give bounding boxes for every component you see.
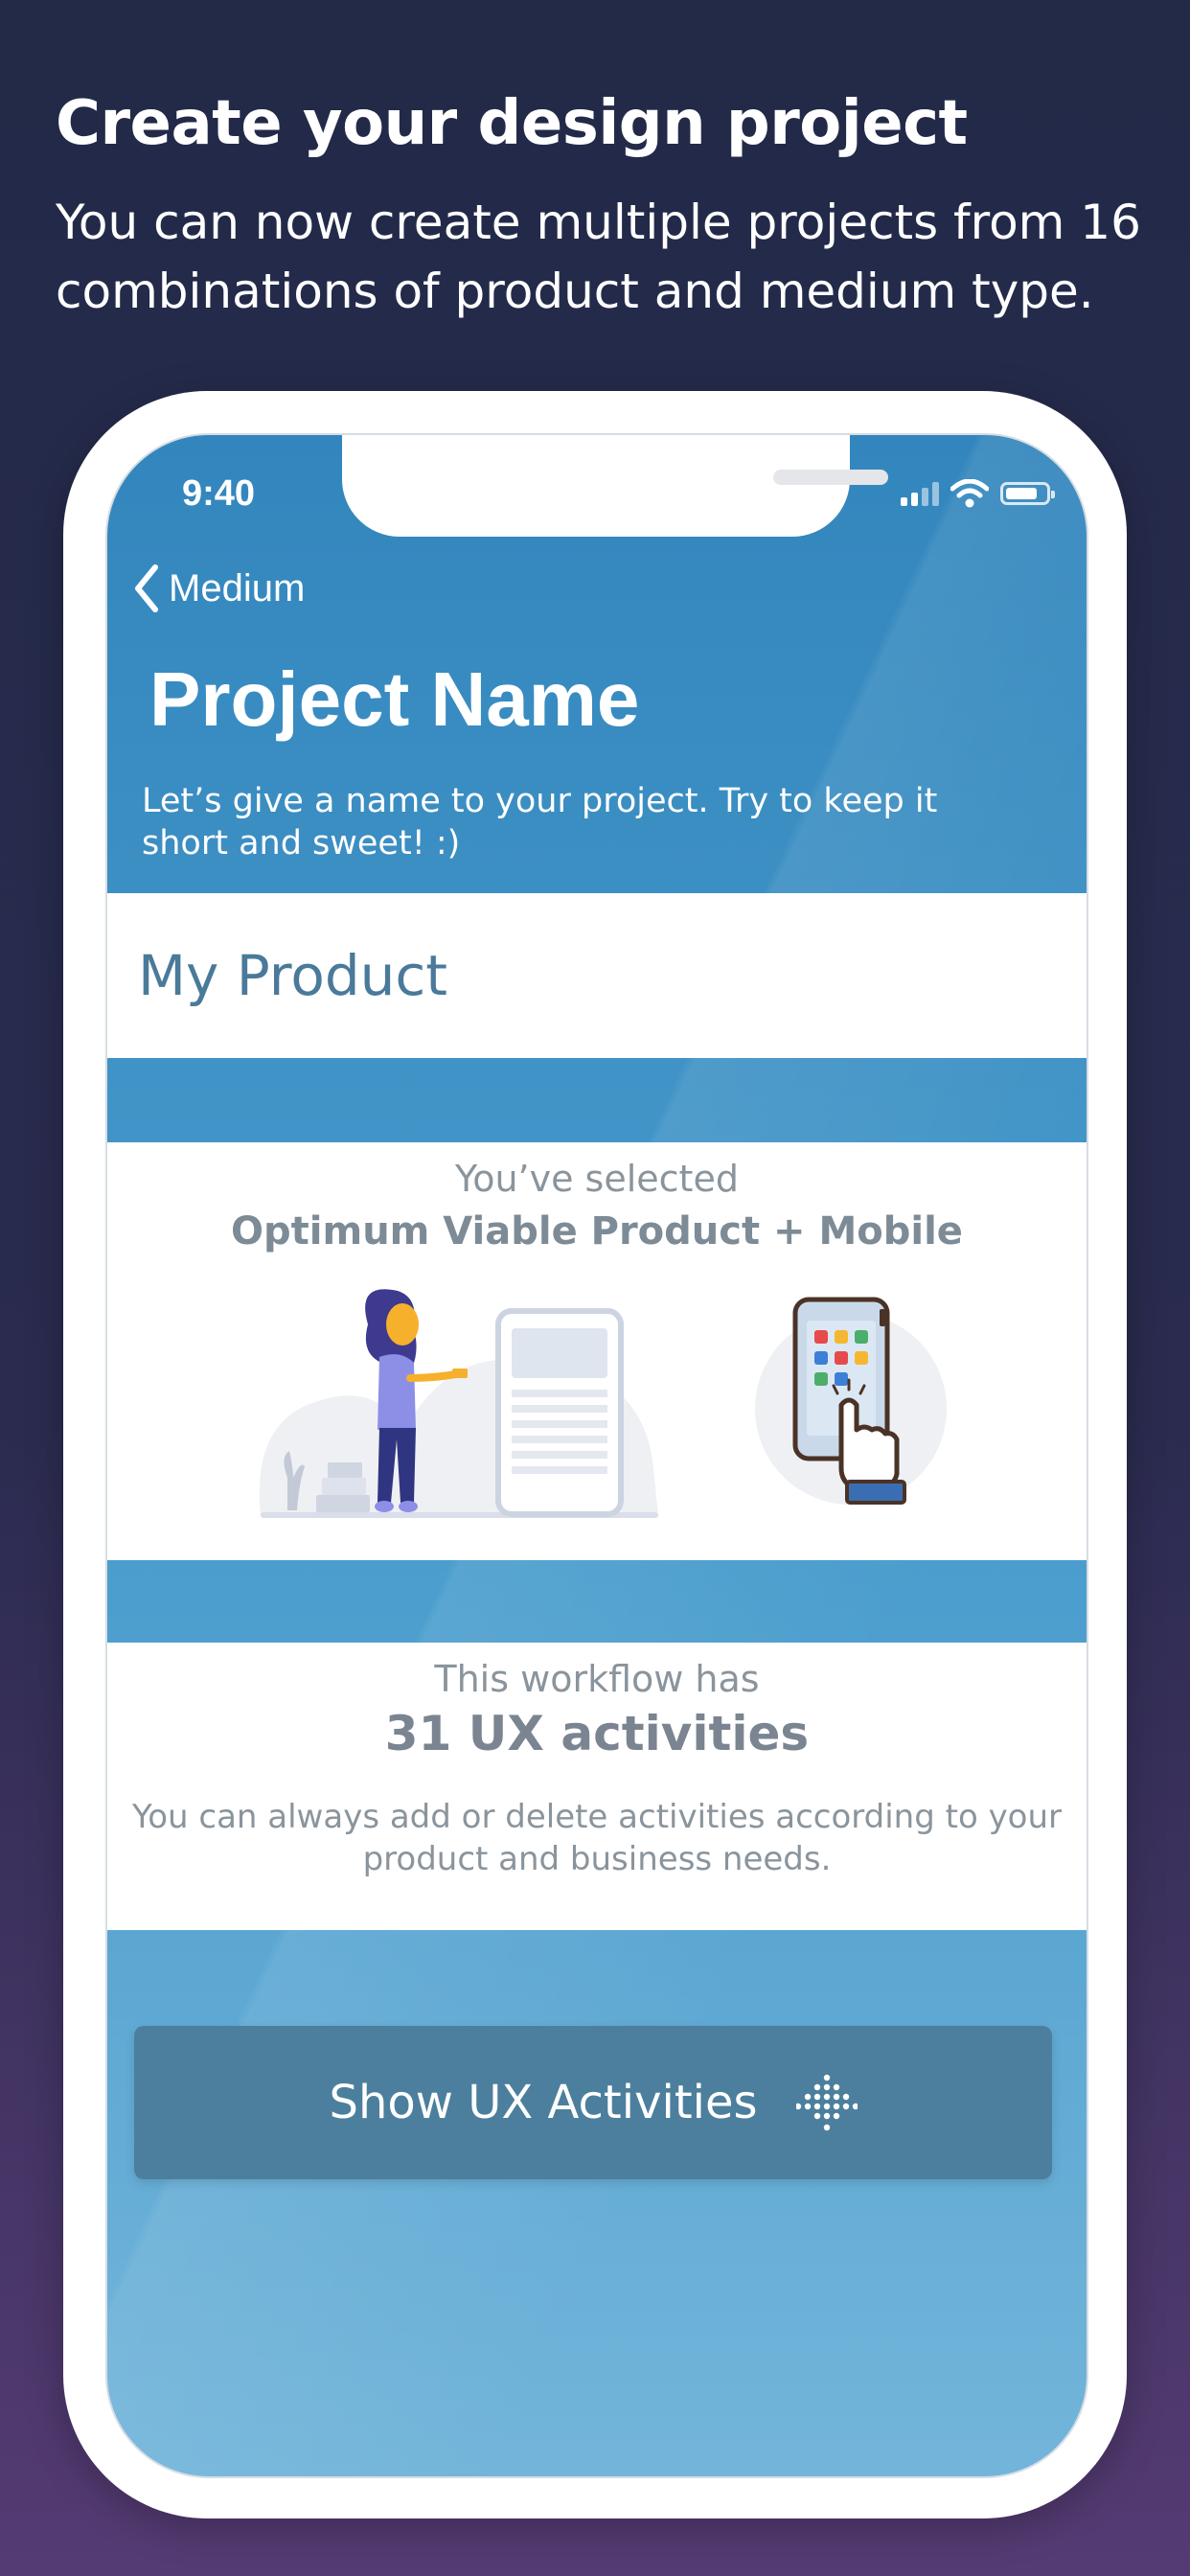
workflow-caption: This workflow has <box>434 1658 760 1700</box>
phone-notch <box>342 435 888 537</box>
selected-caption: You’ve selected <box>455 1158 739 1200</box>
chevron-left-icon <box>135 564 158 612</box>
status-time: 9:40 <box>182 473 256 514</box>
activity-count: 31 UX activities <box>384 1706 810 1761</box>
back-button[interactable]: Medium <box>132 564 305 613</box>
workflow-note: You can always add or delete activities … <box>131 1798 1063 1878</box>
phone-screen: 9:40 Medium Project Name Let’s give a na… <box>105 433 1088 2478</box>
back-label: Medium <box>169 566 306 610</box>
screen-description: Let’s give a name to your project. Try t… <box>142 782 938 862</box>
promo-subtitle: You can now create multiple projects fro… <box>56 195 1141 319</box>
wifi-icon <box>950 479 989 508</box>
status-icons <box>901 479 1055 508</box>
selected-combination: Optimum Viable Product + Mobile <box>231 1209 963 1254</box>
show-ux-activities-label: Show UX Activities <box>329 2076 758 2129</box>
signal-icon <box>901 481 939 506</box>
mobile-tap-icon <box>755 1297 947 1505</box>
woman-with-phone-illustration <box>259 1289 658 1518</box>
promo-title: Create your design project <box>56 88 968 159</box>
dotted-arrow-down-icon <box>795 2074 858 2131</box>
workflow-card: This workflow has 31 UX activities You c… <box>107 1643 1087 1930</box>
screen-title: Project Name <box>149 656 640 742</box>
project-name-input[interactable] <box>107 893 1087 1058</box>
battery-icon <box>1000 482 1055 505</box>
speaker-grille <box>773 470 888 485</box>
selection-card: You’ve selected Optimum Viable Product +… <box>107 1142 1087 1560</box>
show-ux-activities-button[interactable]: Show UX Activities <box>134 2026 1052 2179</box>
